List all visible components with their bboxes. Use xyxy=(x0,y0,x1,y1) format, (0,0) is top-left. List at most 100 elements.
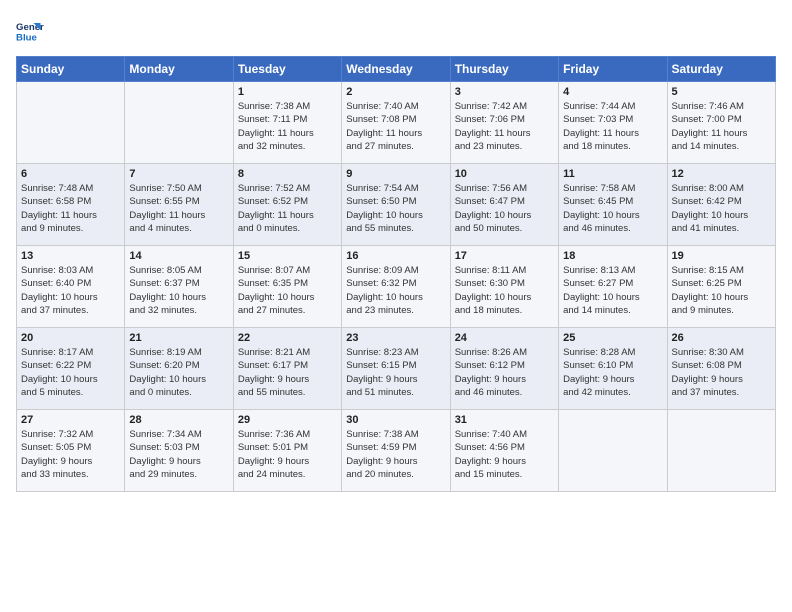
calendar-cell: 31 Sunrise: 7:40 AM Sunset: 4:56 PM Dayli… xyxy=(450,410,558,492)
day-info: Sunrise: 7:36 AM Sunset: 5:01 PM Dayligh… xyxy=(238,428,337,481)
calendar-cell: 21Sunrise: 8:19 AM Sunset: 6:20 PM Dayli… xyxy=(125,328,233,410)
calendar-cell: 22 Sunrise: 8:21 AM Sunset: 6:17 PM Dayli… xyxy=(233,328,341,410)
day-number: 31 xyxy=(455,414,554,426)
logo-icon: General Blue xyxy=(16,16,44,44)
logo: General Blue xyxy=(16,16,48,44)
day-info: Sunrise: 8:17 AM Sunset: 6:22 PM Dayligh… xyxy=(21,346,120,399)
day-info: Sunrise: 8:26 AM Sunset: 6:12 PM Dayligh… xyxy=(455,346,554,399)
calendar-cell: 26 Sunrise: 8:30 AM Sunset: 6:08 PM Dayli… xyxy=(667,328,775,410)
day-info: Sunrise: 8:15 AM Sunset: 6:25 PM Dayligh… xyxy=(672,264,771,317)
day-number: 2 xyxy=(346,86,445,98)
day-number: 6 xyxy=(21,168,120,180)
day-info: Sunrise: 8:19 AM Sunset: 6:20 PM Dayligh… xyxy=(129,346,228,399)
day-number: 17 xyxy=(455,250,554,262)
day-info: Sunrise: 8:07 AM Sunset: 6:35 PM Dayligh… xyxy=(238,264,337,317)
calendar-cell: 24 Sunrise: 8:26 AM Sunset: 6:12 PM Dayli… xyxy=(450,328,558,410)
day-number: 23 xyxy=(346,332,445,344)
day-info: Sunrise: 8:23 AM Sunset: 6:15 PM Dayligh… xyxy=(346,346,445,399)
calendar-cell: 29 Sunrise: 7:36 AM Sunset: 5:01 PM Dayli… xyxy=(233,410,341,492)
calendar-cell xyxy=(559,410,667,492)
calendar-cell: 8Sunrise: 7:52 AM Sunset: 6:52 PM Daylig… xyxy=(233,164,341,246)
weekday-header: Saturday xyxy=(667,57,775,82)
day-info: Sunrise: 7:58 AM Sunset: 6:45 PM Dayligh… xyxy=(563,182,662,235)
calendar-cell: 11Sunrise: 7:58 AM Sunset: 6:45 PM Dayli… xyxy=(559,164,667,246)
day-info: Sunrise: 7:40 AM Sunset: 7:08 PM Dayligh… xyxy=(346,100,445,153)
calendar-cell xyxy=(17,82,125,164)
day-number: 5 xyxy=(672,86,771,98)
calendar-cell: 18 Sunrise: 8:13 AM Sunset: 6:27 PM Dayli… xyxy=(559,246,667,328)
day-info: Sunrise: 7:44 AM Sunset: 7:03 PM Dayligh… xyxy=(563,100,662,153)
calendar-cell: 5 Sunrise: 7:46 AM Sunset: 7:00 PM Daylig… xyxy=(667,82,775,164)
day-number: 22 xyxy=(238,332,337,344)
day-number: 16 xyxy=(346,250,445,262)
day-info: Sunrise: 7:52 AM Sunset: 6:52 PM Dayligh… xyxy=(238,182,337,235)
day-number: 24 xyxy=(455,332,554,344)
day-number: 19 xyxy=(672,250,771,262)
calendar-cell: 13Sunrise: 8:03 AM Sunset: 6:40 PM Dayli… xyxy=(17,246,125,328)
day-number: 25 xyxy=(563,332,662,344)
day-number: 3 xyxy=(455,86,554,98)
day-info: Sunrise: 7:40 AM Sunset: 4:56 PM Dayligh… xyxy=(455,428,554,481)
calendar-cell xyxy=(125,82,233,164)
day-number: 27 xyxy=(21,414,120,426)
day-info: Sunrise: 7:42 AM Sunset: 7:06 PM Dayligh… xyxy=(455,100,554,153)
day-number: 1 xyxy=(238,86,337,98)
weekday-header: Monday xyxy=(125,57,233,82)
calendar-table: SundayMondayTuesdayWednesdayThursdayFrid… xyxy=(16,56,776,492)
day-number: 9 xyxy=(346,168,445,180)
calendar-cell: 1 Sunrise: 7:38 AM Sunset: 7:11 PM Daylig… xyxy=(233,82,341,164)
day-number: 18 xyxy=(563,250,662,262)
calendar-cell: 7 Sunrise: 7:50 AM Sunset: 6:55 PM Daylig… xyxy=(125,164,233,246)
calendar-cell: 27 Sunrise: 7:32 AM Sunset: 5:05 PM Dayli… xyxy=(17,410,125,492)
day-number: 20 xyxy=(21,332,120,344)
day-info: Sunrise: 8:03 AM Sunset: 6:40 PM Dayligh… xyxy=(21,264,120,317)
day-number: 15 xyxy=(238,250,337,262)
calendar-cell: 17 Sunrise: 8:11 AM Sunset: 6:30 PM Dayli… xyxy=(450,246,558,328)
day-info: Sunrise: 8:21 AM Sunset: 6:17 PM Dayligh… xyxy=(238,346,337,399)
calendar-cell: 9 Sunrise: 7:54 AM Sunset: 6:50 PM Daylig… xyxy=(342,164,450,246)
day-number: 14 xyxy=(129,250,228,262)
day-number: 7 xyxy=(129,168,228,180)
calendar-cell: 3 Sunrise: 7:42 AM Sunset: 7:06 PM Daylig… xyxy=(450,82,558,164)
calendar-cell: 16Sunrise: 8:09 AM Sunset: 6:32 PM Dayli… xyxy=(342,246,450,328)
day-info: Sunrise: 7:48 AM Sunset: 6:58 PM Dayligh… xyxy=(21,182,120,235)
day-info: Sunrise: 8:13 AM Sunset: 6:27 PM Dayligh… xyxy=(563,264,662,317)
day-number: 26 xyxy=(672,332,771,344)
weekday-header: Thursday xyxy=(450,57,558,82)
day-info: Sunrise: 8:30 AM Sunset: 6:08 PM Dayligh… xyxy=(672,346,771,399)
calendar-cell: 19 Sunrise: 8:15 AM Sunset: 6:25 PM Dayli… xyxy=(667,246,775,328)
page-header: General Blue xyxy=(16,16,776,44)
day-number: 4 xyxy=(563,86,662,98)
day-info: Sunrise: 7:56 AM Sunset: 6:47 PM Dayligh… xyxy=(455,182,554,235)
weekday-header: Tuesday xyxy=(233,57,341,82)
day-info: Sunrise: 7:38 AM Sunset: 4:59 PM Dayligh… xyxy=(346,428,445,481)
day-info: Sunrise: 8:28 AM Sunset: 6:10 PM Dayligh… xyxy=(563,346,662,399)
day-info: Sunrise: 7:38 AM Sunset: 7:11 PM Dayligh… xyxy=(238,100,337,153)
calendar-cell: 6 Sunrise: 7:48 AM Sunset: 6:58 PM Daylig… xyxy=(17,164,125,246)
day-info: Sunrise: 7:50 AM Sunset: 6:55 PM Dayligh… xyxy=(129,182,228,235)
weekday-header: Friday xyxy=(559,57,667,82)
calendar-cell: 14Sunrise: 8:05 AM Sunset: 6:37 PM Dayli… xyxy=(125,246,233,328)
day-number: 12 xyxy=(672,168,771,180)
day-info: Sunrise: 7:34 AM Sunset: 5:03 PM Dayligh… xyxy=(129,428,228,481)
day-number: 30 xyxy=(346,414,445,426)
calendar-cell: 20 Sunrise: 8:17 AM Sunset: 6:22 PM Dayli… xyxy=(17,328,125,410)
calendar-cell: 12 Sunrise: 8:00 AM Sunset: 6:42 PM Dayli… xyxy=(667,164,775,246)
calendar-cell: 23 Sunrise: 8:23 AM Sunset: 6:15 PM Dayli… xyxy=(342,328,450,410)
day-number: 29 xyxy=(238,414,337,426)
calendar-cell: 4 Sunrise: 7:44 AM Sunset: 7:03 PM Daylig… xyxy=(559,82,667,164)
day-number: 28 xyxy=(129,414,228,426)
weekday-header: Sunday xyxy=(17,57,125,82)
day-info: Sunrise: 7:32 AM Sunset: 5:05 PM Dayligh… xyxy=(21,428,120,481)
calendar-cell: 30 Sunrise: 7:38 AM Sunset: 4:59 PM Dayli… xyxy=(342,410,450,492)
calendar-cell: 28 Sunrise: 7:34 AM Sunset: 5:03 PM Dayli… xyxy=(125,410,233,492)
calendar-cell: 2 Sunrise: 7:40 AM Sunset: 7:08 PM Daylig… xyxy=(342,82,450,164)
calendar-cell: 25 Sunrise: 8:28 AM Sunset: 6:10 PM Dayli… xyxy=(559,328,667,410)
day-info: Sunrise: 7:46 AM Sunset: 7:00 PM Dayligh… xyxy=(672,100,771,153)
day-info: Sunrise: 8:00 AM Sunset: 6:42 PM Dayligh… xyxy=(672,182,771,235)
calendar-cell: 15 Sunrise: 8:07 AM Sunset: 6:35 PM Dayli… xyxy=(233,246,341,328)
day-info: Sunrise: 7:54 AM Sunset: 6:50 PM Dayligh… xyxy=(346,182,445,235)
calendar-cell xyxy=(667,410,775,492)
weekday-header: Wednesday xyxy=(342,57,450,82)
day-info: Sunrise: 8:11 AM Sunset: 6:30 PM Dayligh… xyxy=(455,264,554,317)
